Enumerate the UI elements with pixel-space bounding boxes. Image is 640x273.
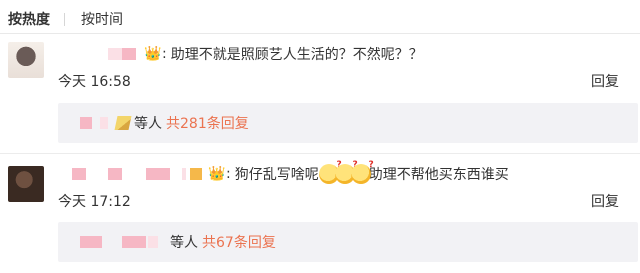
comment-text-b: 助理不帮他买东西谁买 [368, 167, 509, 183]
sub-count[interactable]: 共281条回复 [166, 113, 249, 133]
comment-text-a: 狗仔乱写啥呢 [234, 167, 319, 183]
divider [0, 33, 640, 34]
redacted-username [80, 236, 102, 248]
redacted-username[interactable] [72, 168, 86, 180]
comment-line: 👑 : 狗仔乱写啥呢 助理不帮他买东西谁买 [72, 160, 509, 184]
avatar[interactable] [8, 166, 44, 202]
redacted-username [100, 117, 108, 129]
reply-button[interactable]: 回复 [591, 71, 619, 91]
sort-divider [64, 12, 65, 26]
redacted-username[interactable] [146, 168, 170, 180]
sub-who: 等人 [170, 235, 198, 251]
sort-bar: 按热度 按时间 [8, 10, 123, 28]
avatar[interactable] [8, 42, 44, 78]
emoji-confused-icon [350, 160, 374, 184]
divider [0, 153, 640, 154]
sub-replies[interactable]: 等人 共281条回复 [58, 103, 638, 143]
colon: : [162, 46, 167, 62]
redacted-username[interactable] [108, 48, 122, 60]
redacted-username [148, 236, 158, 248]
sub-replies[interactable]: 等人 共67条回复 [58, 222, 638, 262]
comment-text: 助理不就是照顾艺人生活的？不然呢？？ [170, 47, 423, 63]
vip-badge-icon: 👑 [208, 166, 226, 182]
sub-who: 等人 [134, 116, 162, 132]
redacted-username[interactable] [108, 168, 122, 180]
sub-count[interactable]: 共67条回复 [202, 232, 276, 252]
redacted-username[interactable] [122, 48, 136, 60]
comment-time: 今天 17:12 [58, 194, 131, 210]
comment-line: 👑 : 助理不就是照顾艺人生活的？不然呢？？ [108, 44, 423, 64]
vip-badge-icon: 👑 [144, 46, 162, 62]
sort-by-time[interactable]: 按时间 [81, 9, 123, 29]
comment-time: 今天 16:58 [58, 74, 131, 90]
redacted-username[interactable] [190, 168, 202, 180]
redacted-username[interactable] [182, 168, 186, 180]
reply-button[interactable]: 回复 [591, 191, 619, 211]
redacted-username [80, 117, 92, 129]
sort-by-hot[interactable]: 按热度 [8, 9, 50, 29]
pen-icon [114, 116, 132, 130]
redacted-username [122, 236, 146, 248]
colon: : [226, 166, 231, 182]
